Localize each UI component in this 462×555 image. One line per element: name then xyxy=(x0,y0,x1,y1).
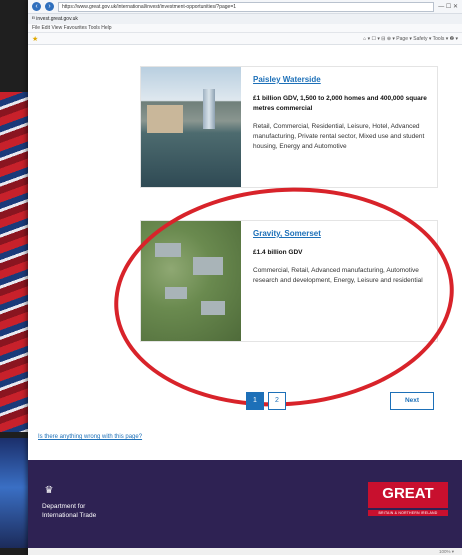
forward-arrow-icon[interactable]: › xyxy=(45,2,54,11)
favourites-bar: ★ ⌂ ▾ ☐ ▾ ⊟ ⊕ ▾ Page ▾ Safety ▾ Tools ▾ … xyxy=(28,33,462,45)
browser-tab[interactable]: ᴱᴵ invest.great.gov.uk xyxy=(28,14,462,24)
address-bar[interactable]: https://www.great.gov.uk/international/i… xyxy=(58,1,435,12)
back-arrow-icon[interactable]: ‹ xyxy=(32,2,41,11)
great-logo[interactable]: GREAT xyxy=(368,482,448,508)
page-2-button[interactable]: 2 xyxy=(268,392,286,410)
gravity-somerset-photo xyxy=(141,221,241,341)
great-logo-subtitle: BRITAIN & NORTHERN IRELAND xyxy=(368,510,448,516)
dept-line-1: Department for xyxy=(42,503,86,510)
report-problem-link[interactable]: Is there anything wrong with this page? xyxy=(38,434,142,440)
window-controls[interactable]: — ☐ ✕ xyxy=(438,3,458,10)
browser-titlebar: ‹ › https://www.great.gov.uk/internation… xyxy=(28,0,462,14)
opportunity-card: Gravity, Somerset £1.4 billion GDV Comme… xyxy=(140,220,438,342)
photo-roof xyxy=(155,243,181,257)
opportunity-title-link[interactable]: Gravity, Somerset xyxy=(253,229,429,238)
opportunity-title-link[interactable]: Paisley Waterside xyxy=(253,75,429,84)
favourites-star-icon[interactable]: ★ xyxy=(32,35,38,43)
photo-tower xyxy=(203,89,215,129)
site-footer: ♛ Department for International Trade GRE… xyxy=(28,460,462,548)
next-page-button[interactable]: Next xyxy=(390,392,434,410)
photo-roof xyxy=(165,287,187,299)
page-content: Paisley Waterside £1 billion GDV, 1,500 … xyxy=(28,56,462,555)
browser-toolbar[interactable]: ⌂ ▾ ☐ ▾ ⊟ ⊕ ▾ Page ▾ Safety ▾ Tools ▾ ❷ … xyxy=(363,36,458,42)
background-photo-flag xyxy=(0,92,28,432)
crest-icon: ♛ xyxy=(44,485,54,496)
pagination: 1 2 xyxy=(246,392,286,410)
browser-statusbar: 100% ▾ xyxy=(28,548,462,555)
opportunity-value: £1.4 billion GDV xyxy=(253,249,303,256)
dept-line-2: International Trade xyxy=(42,512,97,519)
photo-roof xyxy=(193,257,223,275)
photo-roof xyxy=(201,301,225,315)
page-1-button[interactable]: 1 xyxy=(246,392,264,410)
browser-window: ‹ › https://www.great.gov.uk/internation… xyxy=(28,0,462,555)
department-logo-text[interactable]: Department for International Trade xyxy=(42,502,96,520)
browser-menubar[interactable]: File Edit View Favourites Tools Help xyxy=(28,24,462,33)
card-body: Gravity, Somerset £1.4 billion GDV Comme… xyxy=(253,229,429,286)
photo-building xyxy=(147,105,183,133)
paisley-waterside-photo xyxy=(141,67,241,187)
opportunity-card: Paisley Waterside £1 billion GDV, 1,500 … xyxy=(140,66,438,188)
opportunity-sectors: Retail, Commercial, Residential, Leisure… xyxy=(253,123,425,150)
screenshot-stage: ‹ › https://www.great.gov.uk/internation… xyxy=(0,0,462,555)
card-body: Paisley Waterside £1 billion GDV, 1,500 … xyxy=(253,75,429,152)
opportunity-sectors: Commercial, Retail, Advanced manufacturi… xyxy=(253,267,423,284)
opportunity-value: £1 billion GDV, 1,500 to 2,000 homes and… xyxy=(253,95,427,112)
background-photo-blue xyxy=(0,438,28,548)
